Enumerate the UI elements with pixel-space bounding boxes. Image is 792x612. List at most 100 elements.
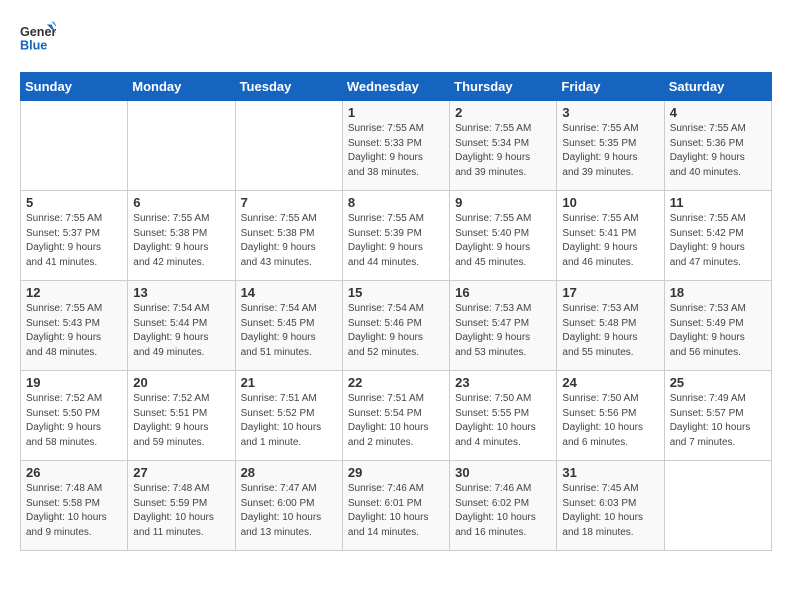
day-info: Sunrise: 7:55 AM Sunset: 5:42 PM Dayligh… [670, 212, 766, 270]
day-number: 3 [562, 105, 658, 120]
day-number: 27 [133, 465, 229, 480]
day-info: Sunrise: 7:51 AM Sunset: 5:52 PM Dayligh… [241, 392, 337, 450]
calendar-week-row: 5 Sunrise: 7:55 AM Sunset: 5:37 PM Daylig… [21, 191, 772, 281]
header-tuesday: Tuesday [235, 73, 342, 101]
day-number: 11 [670, 195, 766, 210]
table-row: 6 Sunrise: 7:55 AM Sunset: 5:38 PM Daylig… [128, 191, 235, 281]
day-number: 21 [241, 375, 337, 390]
day-number: 14 [241, 285, 337, 300]
day-info: Sunrise: 7:53 AM Sunset: 5:48 PM Dayligh… [562, 302, 658, 360]
day-info: Sunrise: 7:55 AM Sunset: 5:37 PM Dayligh… [26, 212, 122, 270]
table-row: 3 Sunrise: 7:55 AM Sunset: 5:35 PM Daylig… [557, 101, 664, 191]
calendar-week-row: 19 Sunrise: 7:52 AM Sunset: 5:50 PM Dayli… [21, 371, 772, 461]
day-info: Sunrise: 7:55 AM Sunset: 5:41 PM Dayligh… [562, 212, 658, 270]
day-info: Sunrise: 7:53 AM Sunset: 5:49 PM Dayligh… [670, 302, 766, 360]
calendar-week-row: 12 Sunrise: 7:55 AM Sunset: 5:43 PM Dayli… [21, 281, 772, 371]
page-header: General Blue [20, 20, 772, 56]
table-row: 7 Sunrise: 7:55 AM Sunset: 5:38 PM Daylig… [235, 191, 342, 281]
day-info: Sunrise: 7:55 AM Sunset: 5:38 PM Dayligh… [241, 212, 337, 270]
day-number: 15 [348, 285, 444, 300]
day-number: 29 [348, 465, 444, 480]
table-row: 30Sunrise: 7:46 AM Sunset: 6:02 PM Dayli… [450, 461, 557, 551]
day-info: Sunrise: 7:48 AM Sunset: 5:59 PM Dayligh… [133, 482, 229, 540]
table-row: 4Sunrise: 7:55 AM Sunset: 5:36 PM Daylig… [664, 101, 771, 191]
day-number: 13 [133, 285, 229, 300]
table-row: 16Sunrise: 7:53 AM Sunset: 5:47 PM Dayli… [450, 281, 557, 371]
day-info: Sunrise: 7:53 AM Sunset: 5:47 PM Dayligh… [455, 302, 551, 360]
day-info: Sunrise: 7:48 AM Sunset: 5:58 PM Dayligh… [26, 482, 122, 540]
day-info: Sunrise: 7:55 AM Sunset: 5:40 PM Dayligh… [455, 212, 551, 270]
table-row: 25Sunrise: 7:49 AM Sunset: 5:57 PM Dayli… [664, 371, 771, 461]
day-info: Sunrise: 7:46 AM Sunset: 6:01 PM Dayligh… [348, 482, 444, 540]
table-row: 9Sunrise: 7:55 AM Sunset: 5:40 PM Daylig… [450, 191, 557, 281]
svg-text:Blue: Blue [20, 39, 47, 53]
table-row: 15 Sunrise: 7:54 AM Sunset: 5:46 PM Dayli… [342, 281, 449, 371]
day-number: 2 [455, 105, 551, 120]
table-row: 12 Sunrise: 7:55 AM Sunset: 5:43 PM Dayli… [21, 281, 128, 371]
day-number: 10 [562, 195, 658, 210]
day-number: 23 [455, 375, 551, 390]
day-number: 6 [133, 195, 229, 210]
day-info: Sunrise: 7:51 AM Sunset: 5:54 PM Dayligh… [348, 392, 444, 450]
day-info: Sunrise: 7:55 AM Sunset: 5:39 PM Dayligh… [348, 212, 444, 270]
day-info: Sunrise: 7:55 AM Sunset: 5:38 PM Dayligh… [133, 212, 229, 270]
table-row: 17 Sunrise: 7:53 AM Sunset: 5:48 PM Dayli… [557, 281, 664, 371]
header-sunday: Sunday [21, 73, 128, 101]
day-number: 19 [26, 375, 122, 390]
weekday-header-row: Sunday Monday Tuesday Wednesday Thursday… [21, 73, 772, 101]
day-number: 17 [562, 285, 658, 300]
table-row: 24 Sunrise: 7:50 AM Sunset: 5:56 PM Dayli… [557, 371, 664, 461]
day-info: Sunrise: 7:54 AM Sunset: 5:44 PM Dayligh… [133, 302, 229, 360]
table-row: 8 Sunrise: 7:55 AM Sunset: 5:39 PM Daylig… [342, 191, 449, 281]
day-info: Sunrise: 7:52 AM Sunset: 5:51 PM Dayligh… [133, 392, 229, 450]
day-number: 25 [670, 375, 766, 390]
calendar-table: Sunday Monday Tuesday Wednesday Thursday… [20, 72, 772, 551]
table-row: 5 Sunrise: 7:55 AM Sunset: 5:37 PM Daylig… [21, 191, 128, 281]
table-row [235, 101, 342, 191]
day-info: Sunrise: 7:55 AM Sunset: 5:33 PM Dayligh… [348, 122, 444, 180]
table-row [21, 101, 128, 191]
day-number: 4 [670, 105, 766, 120]
day-number: 31 [562, 465, 658, 480]
day-info: Sunrise: 7:54 AM Sunset: 5:46 PM Dayligh… [348, 302, 444, 360]
table-row: 27 Sunrise: 7:48 AM Sunset: 5:59 PM Dayli… [128, 461, 235, 551]
day-info: Sunrise: 7:50 AM Sunset: 5:56 PM Dayligh… [562, 392, 658, 450]
day-number: 28 [241, 465, 337, 480]
table-row: 21 Sunrise: 7:51 AM Sunset: 5:52 PM Dayli… [235, 371, 342, 461]
logo-icon: General Blue [20, 20, 56, 56]
table-row: 23 Sunrise: 7:50 AM Sunset: 5:55 PM Dayli… [450, 371, 557, 461]
day-info: Sunrise: 7:55 AM Sunset: 5:35 PM Dayligh… [562, 122, 658, 180]
day-info: Sunrise: 7:55 AM Sunset: 5:34 PM Dayligh… [455, 122, 551, 180]
table-row: 28 Sunrise: 7:47 AM Sunset: 6:00 PM Dayli… [235, 461, 342, 551]
day-number: 1 [348, 105, 444, 120]
table-row: 22 Sunrise: 7:51 AM Sunset: 5:54 PM Dayli… [342, 371, 449, 461]
table-row: 14 Sunrise: 7:54 AM Sunset: 5:45 PM Dayli… [235, 281, 342, 371]
day-number: 5 [26, 195, 122, 210]
calendar-week-row: 1 Sunrise: 7:55 AM Sunset: 5:33 PM Daylig… [21, 101, 772, 191]
day-info: Sunrise: 7:45 AM Sunset: 6:03 PM Dayligh… [562, 482, 658, 540]
table-row: 26 Sunrise: 7:48 AM Sunset: 5:58 PM Dayli… [21, 461, 128, 551]
day-number: 8 [348, 195, 444, 210]
day-info: Sunrise: 7:55 AM Sunset: 5:43 PM Dayligh… [26, 302, 122, 360]
table-row [664, 461, 771, 551]
day-number: 26 [26, 465, 122, 480]
calendar-week-row: 26 Sunrise: 7:48 AM Sunset: 5:58 PM Dayli… [21, 461, 772, 551]
day-info: Sunrise: 7:47 AM Sunset: 6:00 PM Dayligh… [241, 482, 337, 540]
day-number: 18 [670, 285, 766, 300]
day-number: 22 [348, 375, 444, 390]
header-saturday: Saturday [664, 73, 771, 101]
table-row: 20Sunrise: 7:52 AM Sunset: 5:51 PM Dayli… [128, 371, 235, 461]
header-friday: Friday [557, 73, 664, 101]
table-row [128, 101, 235, 191]
table-row: 31 Sunrise: 7:45 AM Sunset: 6:03 PM Dayli… [557, 461, 664, 551]
day-info: Sunrise: 7:54 AM Sunset: 5:45 PM Dayligh… [241, 302, 337, 360]
day-number: 24 [562, 375, 658, 390]
day-number: 12 [26, 285, 122, 300]
table-row: 29 Sunrise: 7:46 AM Sunset: 6:01 PM Dayli… [342, 461, 449, 551]
day-info: Sunrise: 7:52 AM Sunset: 5:50 PM Dayligh… [26, 392, 122, 450]
day-number: 7 [241, 195, 337, 210]
day-info: Sunrise: 7:50 AM Sunset: 5:55 PM Dayligh… [455, 392, 551, 450]
table-row: 2 Sunrise: 7:55 AM Sunset: 5:34 PM Daylig… [450, 101, 557, 191]
table-row: 19 Sunrise: 7:52 AM Sunset: 5:50 PM Dayli… [21, 371, 128, 461]
table-row: 13 Sunrise: 7:54 AM Sunset: 5:44 PM Dayli… [128, 281, 235, 371]
